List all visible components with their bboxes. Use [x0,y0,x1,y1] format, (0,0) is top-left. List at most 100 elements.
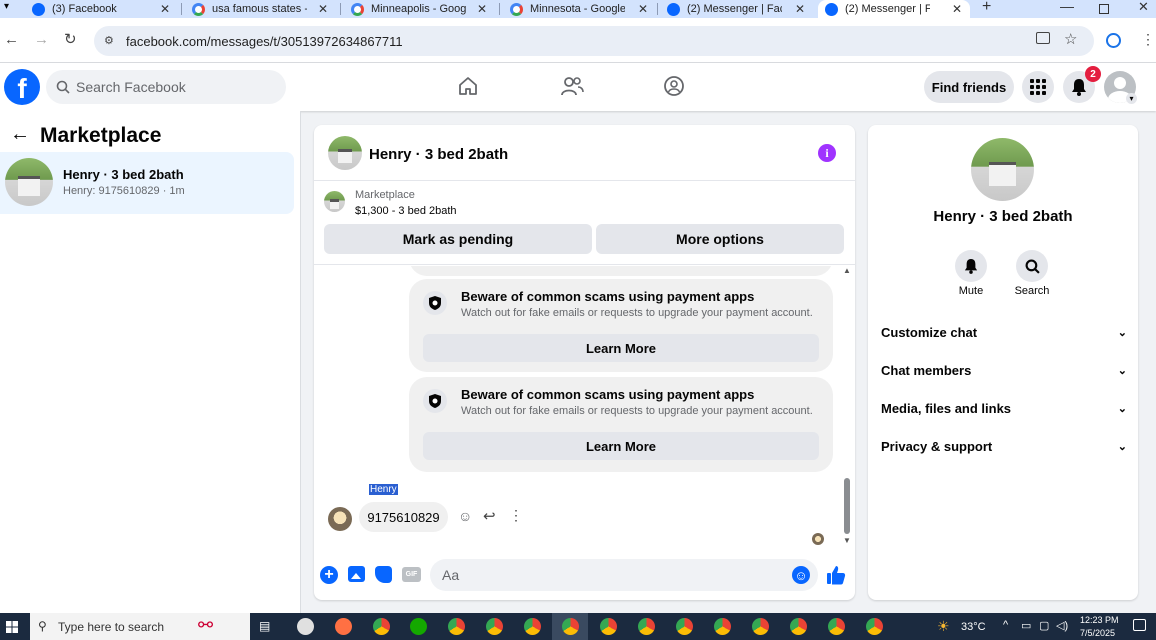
learn-more-button[interactable]: Learn More [423,334,819,362]
temperature[interactable]: 33°C [961,621,986,633]
new-tab-button[interactable]: + [982,0,991,16]
app-icon[interactable] [335,618,352,635]
close-window-icon[interactable]: ✕ [1138,0,1149,15]
browser-tab[interactable]: (2) Messenger | Faceb ✕ [667,0,807,18]
sticker-icon[interactable] [375,566,392,583]
groups-icon[interactable] [663,75,685,97]
back-arrow-icon[interactable]: ← [10,123,30,146]
scrollbar-thumb[interactable] [844,478,850,534]
chrome-app-icon[interactable] [486,618,503,635]
thumbs-up-icon[interactable] [826,565,846,585]
profile-icon[interactable] [1106,33,1121,48]
search-button[interactable] [1016,250,1048,282]
install-app-icon[interactable] [1036,32,1050,44]
section-label: Media, files and links [881,400,1012,416]
clock-date[interactable]: 7/5/2025 [1080,628,1115,638]
chrome-app-icon[interactable] [448,618,465,635]
section-label: Chat members [881,362,972,378]
tab-search-chevron-icon[interactable]: ▾ [4,1,9,12]
listing-price[interactable]: $1,300 - 3 bed 2bath [355,205,457,217]
reply-icon[interactable]: ↩ [483,507,496,525]
back-icon[interactable]: ← [4,32,19,47]
site-settings-icon[interactable]: ⚙ [104,34,114,47]
network-icon[interactable]: ▭ [1021,619,1031,632]
sender-avatar[interactable] [328,507,352,531]
weather-icon: ☀ [937,618,950,634]
message-input-placeholder: Aa [442,567,460,583]
scroll-up-icon[interactable]: ▲ [843,266,851,275]
home-icon[interactable] [457,75,479,97]
tray-chevron-icon[interactable]: ^ [1003,619,1008,631]
forward-icon[interactable]: → [34,32,49,47]
seen-avatar [812,533,824,545]
plus-icon[interactable]: + [320,566,338,584]
chrome-app-icon[interactable] [524,618,541,635]
search-icon [56,80,70,94]
chrome-app-icon[interactable] [600,618,617,635]
chrome-app-icon[interactable] [828,618,845,635]
tab-close-icon[interactable]: ✕ [477,2,487,16]
browser-menu-icon[interactable]: ⋮ [1141,31,1155,48]
chrome-app-icon[interactable] [866,618,883,635]
notification-center-icon[interactable] [1133,619,1146,631]
minimize-icon[interactable]: — [1060,0,1074,14]
mark-as-pending-button[interactable]: Mark as pending [324,224,592,254]
conversation-item[interactable]: Henry · 3 bed 2bath Henry: 9175610829 · … [0,152,294,214]
scroll-down-icon[interactable]: ▼ [843,536,851,545]
emoji-icon[interactable]: ☺ [792,566,810,584]
facebook-search-input[interactable]: Search Facebook [46,70,286,104]
clock-time[interactable]: 12:23 PM [1080,615,1119,625]
friends-icon[interactable] [560,75,584,97]
reload-icon[interactable]: ↻ [64,32,77,47]
chat-avatar[interactable] [328,136,362,170]
section-chat-members[interactable]: Chat members ⌄ [881,355,1127,385]
react-icon[interactable]: ☺ [458,508,472,524]
section-media-files-links[interactable]: Media, files and links ⌄ [881,393,1127,423]
photo-icon[interactable] [348,566,365,582]
chrome-app-icon[interactable] [752,618,769,635]
section-customize-chat[interactable]: Customize chat ⌄ [881,317,1127,347]
volume-icon[interactable]: ◁) [1056,619,1068,632]
chrome-app-icon[interactable] [562,618,579,635]
tab-close-icon[interactable]: ✕ [638,2,648,16]
chat-title[interactable]: Henry · 3 bed 2bath [369,146,508,163]
browser-tab[interactable]: (3) Facebook ✕ [32,0,174,18]
profile-photo[interactable] [971,138,1034,201]
browser-tab[interactable]: Minnesota - Google S ✕ [510,0,650,18]
browser-tab[interactable]: usa famous states - G ✕ [192,0,330,18]
find-friends-button[interactable]: Find friends [924,71,1014,103]
restore-icon[interactable] [1099,4,1109,14]
chat-tray-icon[interactable]: ▢ [1039,619,1049,632]
mute-button[interactable] [955,250,987,282]
facebook-logo-icon[interactable]: f [4,69,40,105]
tab-close-icon[interactable]: ✕ [160,2,170,16]
chrome-app-icon[interactable] [297,618,314,635]
message-input[interactable]: Aa ☺ [430,559,818,591]
task-view-icon[interactable]: ▤ [259,619,270,633]
account-chevron-icon[interactable]: ▾ [1126,93,1137,104]
browser-tab-active[interactable]: (2) Messenger | Faceb ✕ [818,0,970,18]
message-more-icon[interactable]: ⋮ [509,507,523,524]
browser-tab[interactable]: Minneapolis - Google ✕ [351,0,489,18]
upwork-app-icon[interactable] [410,618,427,635]
tab-close-icon[interactable]: ✕ [318,2,328,16]
chrome-app-icon[interactable] [638,618,655,635]
address-bar[interactable]: ⚙ facebook.com/messages/t/30513972634867… [94,26,1094,56]
taskbar-search-input[interactable]: ⚲ Type here to search ⚯ [30,613,250,640]
gif-icon[interactable]: GIF [402,567,421,582]
section-privacy-support[interactable]: Privacy & support ⌄ [881,431,1127,461]
tab-close-icon[interactable]: ✕ [795,2,805,16]
google-favicon-icon [510,2,523,16]
message-bubble[interactable]: 9175610829 [359,502,448,532]
chrome-app-icon[interactable] [676,618,693,635]
chrome-app-icon[interactable] [714,618,731,635]
menu-button[interactable] [1022,71,1054,103]
learn-more-button[interactable]: Learn More [423,432,819,460]
info-icon[interactable]: i [818,144,836,162]
chrome-app-icon[interactable] [373,618,390,635]
tab-close-icon[interactable]: ✕ [952,2,962,16]
windows-start-icon[interactable] [6,621,18,633]
chrome-app-icon[interactable] [790,618,807,635]
bookmark-star-icon[interactable]: ☆ [1064,30,1077,48]
more-options-button[interactable]: More options [596,224,844,254]
